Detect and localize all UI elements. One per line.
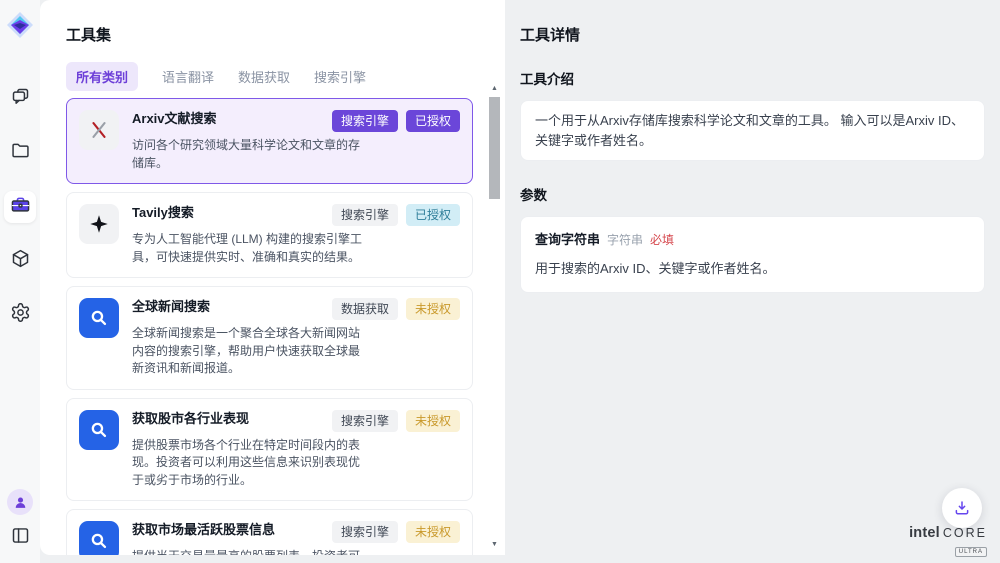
bottom-strip (40, 555, 505, 563)
scroll-down-arrow[interactable]: ▼ (488, 540, 501, 550)
category-badge: 搜索引擎 (332, 204, 398, 226)
intro-text: 一个用于从Arxiv存储库搜索科学论文和文章的工具。 输入可以是Arxiv ID… (535, 113, 964, 148)
sidebar-item-chat[interactable] (4, 83, 36, 115)
tab-data-acquisition[interactable]: 数据获取 (238, 62, 290, 91)
tool-card-arxiv[interactable]: Arxiv文献搜索 搜索引擎 已授权 访问各个研究领域大量科学论文和文章的存储库… (66, 98, 473, 184)
auth-status-badge: 未授权 (406, 521, 460, 543)
user-avatar[interactable] (7, 489, 33, 515)
sidebar-item-packages[interactable] (4, 245, 36, 277)
tab-all-categories[interactable]: 所有类别 (66, 62, 138, 91)
auth-status-badge: 已授权 (406, 110, 460, 132)
user-icon (12, 494, 29, 511)
param-type: 字符串 (607, 231, 643, 249)
core-wordmark: CORE (943, 527, 987, 540)
category-badge: 搜索引擎 (332, 110, 398, 132)
intro-card: 一个用于从Arxiv存储库搜索科学论文和文章的工具。 输入可以是Arxiv ID… (520, 100, 985, 161)
tool-badges: 搜索引擎 已授权 (332, 110, 460, 132)
tool-card-stock-sectors[interactable]: 获取股市各行业表现 搜索引擎 未授权 提供股票市场各个行业在特定时间段内的表现。… (66, 398, 473, 502)
param-required-flag: 必填 (650, 231, 674, 249)
param-card: 查询字符串 字符串 必填 用于搜索的Arxiv ID、关键字或作者姓名。 (520, 216, 985, 293)
tool-badges: 搜索引擎 未授权 (332, 521, 460, 543)
sidebar-item-files[interactable] (4, 137, 36, 169)
category-badge: 数据获取 (332, 298, 398, 320)
tool-card-tavily[interactable]: Tavily搜索 搜索引擎 已授权 专为人工智能代理 (LLM) 构建的搜索引擎… (66, 192, 473, 278)
tool-card-body: 获取市场最活跃股票信息 搜索引擎 未授权 提供当天交易量最高的股票列表，投资者可… (132, 521, 460, 555)
auth-status-badge: 未授权 (406, 410, 460, 432)
news-search-icon (79, 298, 119, 338)
tab-search-engine[interactable]: 搜索引擎 (314, 62, 366, 91)
scrollbar-thumb[interactable] (489, 97, 500, 199)
tool-description: 访问各个研究领域大量科学论文和文章的存储库。 (132, 137, 370, 172)
auth-status-badge: 未授权 (406, 298, 460, 320)
gear-icon (10, 302, 31, 328)
tool-description: 提供当天交易量最高的股票列表，投资者可以利用这些信息来识别流动性强的股票和潜在的… (132, 548, 370, 555)
param-name: 查询字符串 (535, 230, 600, 250)
list-scrollbar: ▲ ▼ (488, 84, 501, 550)
sidebar-nav (4, 83, 36, 331)
download-button[interactable] (942, 488, 982, 528)
tool-description: 全球新闻搜索是一个聚合全球各大新闻网站内容的搜索引擎，帮助用户快速获取全球最新资… (132, 325, 370, 378)
tool-badges: 搜索引擎 未授权 (332, 410, 460, 432)
stock-search-icon (79, 410, 119, 450)
app-logo (6, 11, 34, 39)
tab-language-translation[interactable]: 语言翻译 (162, 62, 214, 91)
folder-icon (10, 140, 31, 166)
tool-name: 全球新闻搜索 (132, 298, 332, 315)
tool-card-global-news[interactable]: 全球新闻搜索 数据获取 未授权 全球新闻搜索是一个聚合全球各大新闻网站内容的搜索… (66, 286, 473, 390)
intel-core-logo: intel CORE ultra (909, 526, 987, 557)
download-icon (953, 499, 971, 517)
tool-name: Tavily搜索 (132, 204, 332, 221)
panel-toggle-button[interactable] (7, 525, 33, 551)
sidebar-item-settings[interactable] (4, 299, 36, 331)
detail-title: 工具详情 (520, 24, 985, 45)
arxiv-logo-icon (79, 110, 119, 150)
intro-heading: 工具介绍 (520, 68, 985, 88)
tool-list-panel: 工具集 所有类别 语言翻译 数据获取 搜索引擎 Arxiv文献搜索 搜索引擎 已… (40, 0, 505, 555)
tool-name: Arxiv文献搜索 (132, 110, 332, 127)
tool-description: 专为人工智能代理 (LLM) 构建的搜索引擎工具，可快速提供实时、准确和真实的结… (132, 231, 370, 266)
tool-description: 提供股票市场各个行业在特定时间段内的表现。投资者可以利用这些信息来识别表现优于或… (132, 437, 370, 490)
param-description: 用于搜索的Arxiv ID、关键字或作者姓名。 (535, 259, 970, 279)
sidebar-bottom (7, 489, 33, 551)
tool-card-body: 全球新闻搜索 数据获取 未授权 全球新闻搜索是一个聚合全球各大新闻网站内容的搜索… (132, 298, 460, 378)
tool-card-body: 获取股市各行业表现 搜索引擎 未授权 提供股票市场各个行业在特定时间段内的表现。… (132, 410, 460, 490)
auth-status-badge: 已授权 (406, 204, 460, 226)
category-badge: 搜索引擎 (332, 410, 398, 432)
tool-card-body: Arxiv文献搜索 搜索引擎 已授权 访问各个研究领域大量科学论文和文章的存储库… (132, 110, 460, 172)
intel-wordmark: intel (909, 526, 940, 541)
chat-icon (10, 86, 31, 112)
category-badge: 搜索引擎 (332, 521, 398, 543)
tool-badges: 数据获取 未授权 (332, 298, 460, 320)
panel-layout-icon (10, 525, 31, 551)
params-heading: 参数 (520, 184, 985, 204)
cube-icon (10, 248, 31, 274)
tool-list: Arxiv文献搜索 搜索引擎 已授权 访问各个研究领域大量科学论文和文章的存储库… (66, 98, 473, 555)
tool-card-active-stocks[interactable]: 获取市场最活跃股票信息 搜索引擎 未授权 提供当天交易量最高的股票列表，投资者可… (66, 509, 473, 555)
category-tabs: 所有类别 语言翻译 数据获取 搜索引擎 (66, 62, 473, 91)
tool-name: 获取股市各行业表现 (132, 410, 332, 427)
tool-detail-panel: 工具详情 工具介绍 一个用于从Arxiv存储库搜索科学论文和文章的工具。 输入可… (505, 0, 1000, 563)
scroll-up-arrow[interactable]: ▲ (488, 84, 501, 94)
tool-name: 获取市场最活跃股票信息 (132, 521, 332, 538)
sidebar-rail (0, 0, 40, 563)
ultra-badge: ultra (955, 547, 987, 557)
toolbox-icon (10, 194, 31, 220)
tool-card-body: Tavily搜索 搜索引擎 已授权 专为人工智能代理 (LLM) 构建的搜索引擎… (132, 204, 460, 266)
page-title: 工具集 (66, 24, 473, 45)
tool-badges: 搜索引擎 已授权 (332, 204, 460, 226)
stock-search-icon (79, 521, 119, 555)
sidebar-item-tools[interactable] (4, 191, 36, 223)
tavily-star-icon (79, 204, 119, 244)
